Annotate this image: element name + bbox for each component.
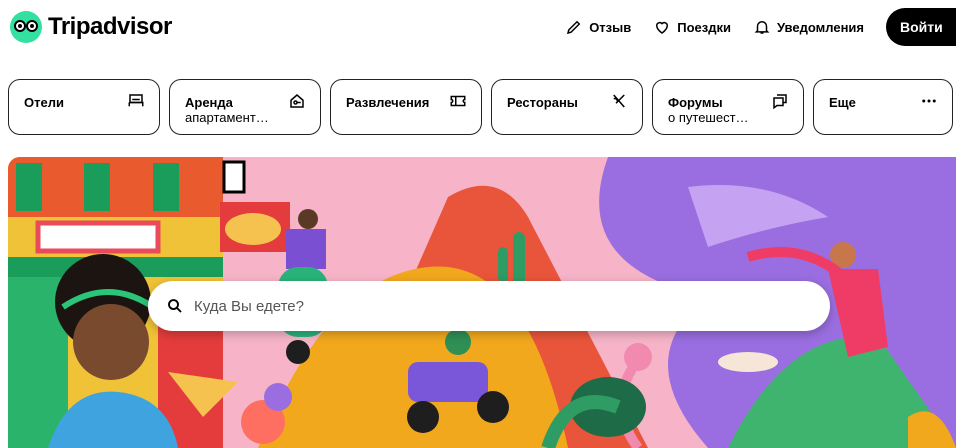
category-label: Аренда: [185, 95, 233, 110]
top-nav: Отзыв Поездки Уведомления Войти: [565, 8, 956, 46]
category-label: Развлечения: [346, 95, 430, 110]
review-label: Отзыв: [589, 19, 632, 35]
category-sublabel: апартамент…: [185, 110, 269, 125]
alerts-label: Уведомления: [776, 19, 864, 35]
site-header: Tripadvisor Отзыв Поездки Уведомления Во…: [0, 0, 956, 58]
category-rentals[interactable]: Аренда апартамент…: [169, 79, 321, 135]
heart-icon: [656, 21, 669, 34]
house-key-icon: [290, 94, 304, 108]
owl-logo-icon: [10, 11, 42, 43]
category-label: Форумы: [668, 95, 723, 110]
chat-bubbles-icon: [773, 94, 787, 110]
category-activities[interactable]: Развлечения: [330, 79, 482, 135]
alerts-link[interactable]: Уведомления: [753, 18, 864, 36]
brand-name: Tripadvisor: [48, 13, 172, 40]
search-bar[interactable]: Куда Вы едете?: [148, 281, 830, 331]
trips-link[interactable]: Поездки: [653, 18, 731, 36]
bed-icon: [128, 94, 144, 107]
utensils-icon: [613, 94, 625, 108]
pencil-icon: [567, 20, 581, 35]
category-hotels[interactable]: Отели: [8, 79, 160, 135]
category-sublabel: о путешест…: [668, 110, 749, 125]
category-restaurants[interactable]: Рестораны: [491, 79, 643, 135]
login-button[interactable]: Войти: [886, 8, 956, 46]
bell-icon: [754, 21, 770, 34]
more-dots-icon: [922, 99, 936, 103]
category-label: Отели: [24, 95, 64, 110]
category-label: Рестораны: [507, 95, 578, 110]
category-bar: Отели Аренда апартамент… Развлечения Рест…: [8, 79, 953, 135]
trips-label: Поездки: [677, 19, 731, 35]
category-forums[interactable]: Форумы о путешест…: [652, 79, 804, 135]
ticket-icon: [450, 95, 466, 107]
category-label: Еще: [829, 95, 856, 110]
review-link[interactable]: Отзыв: [565, 18, 631, 36]
search-placeholder: Куда Вы едете?: [194, 297, 304, 315]
tripadvisor-logo[interactable]: Tripadvisor: [10, 11, 172, 43]
search-icon: [168, 299, 182, 313]
category-more[interactable]: Еще: [813, 79, 953, 135]
